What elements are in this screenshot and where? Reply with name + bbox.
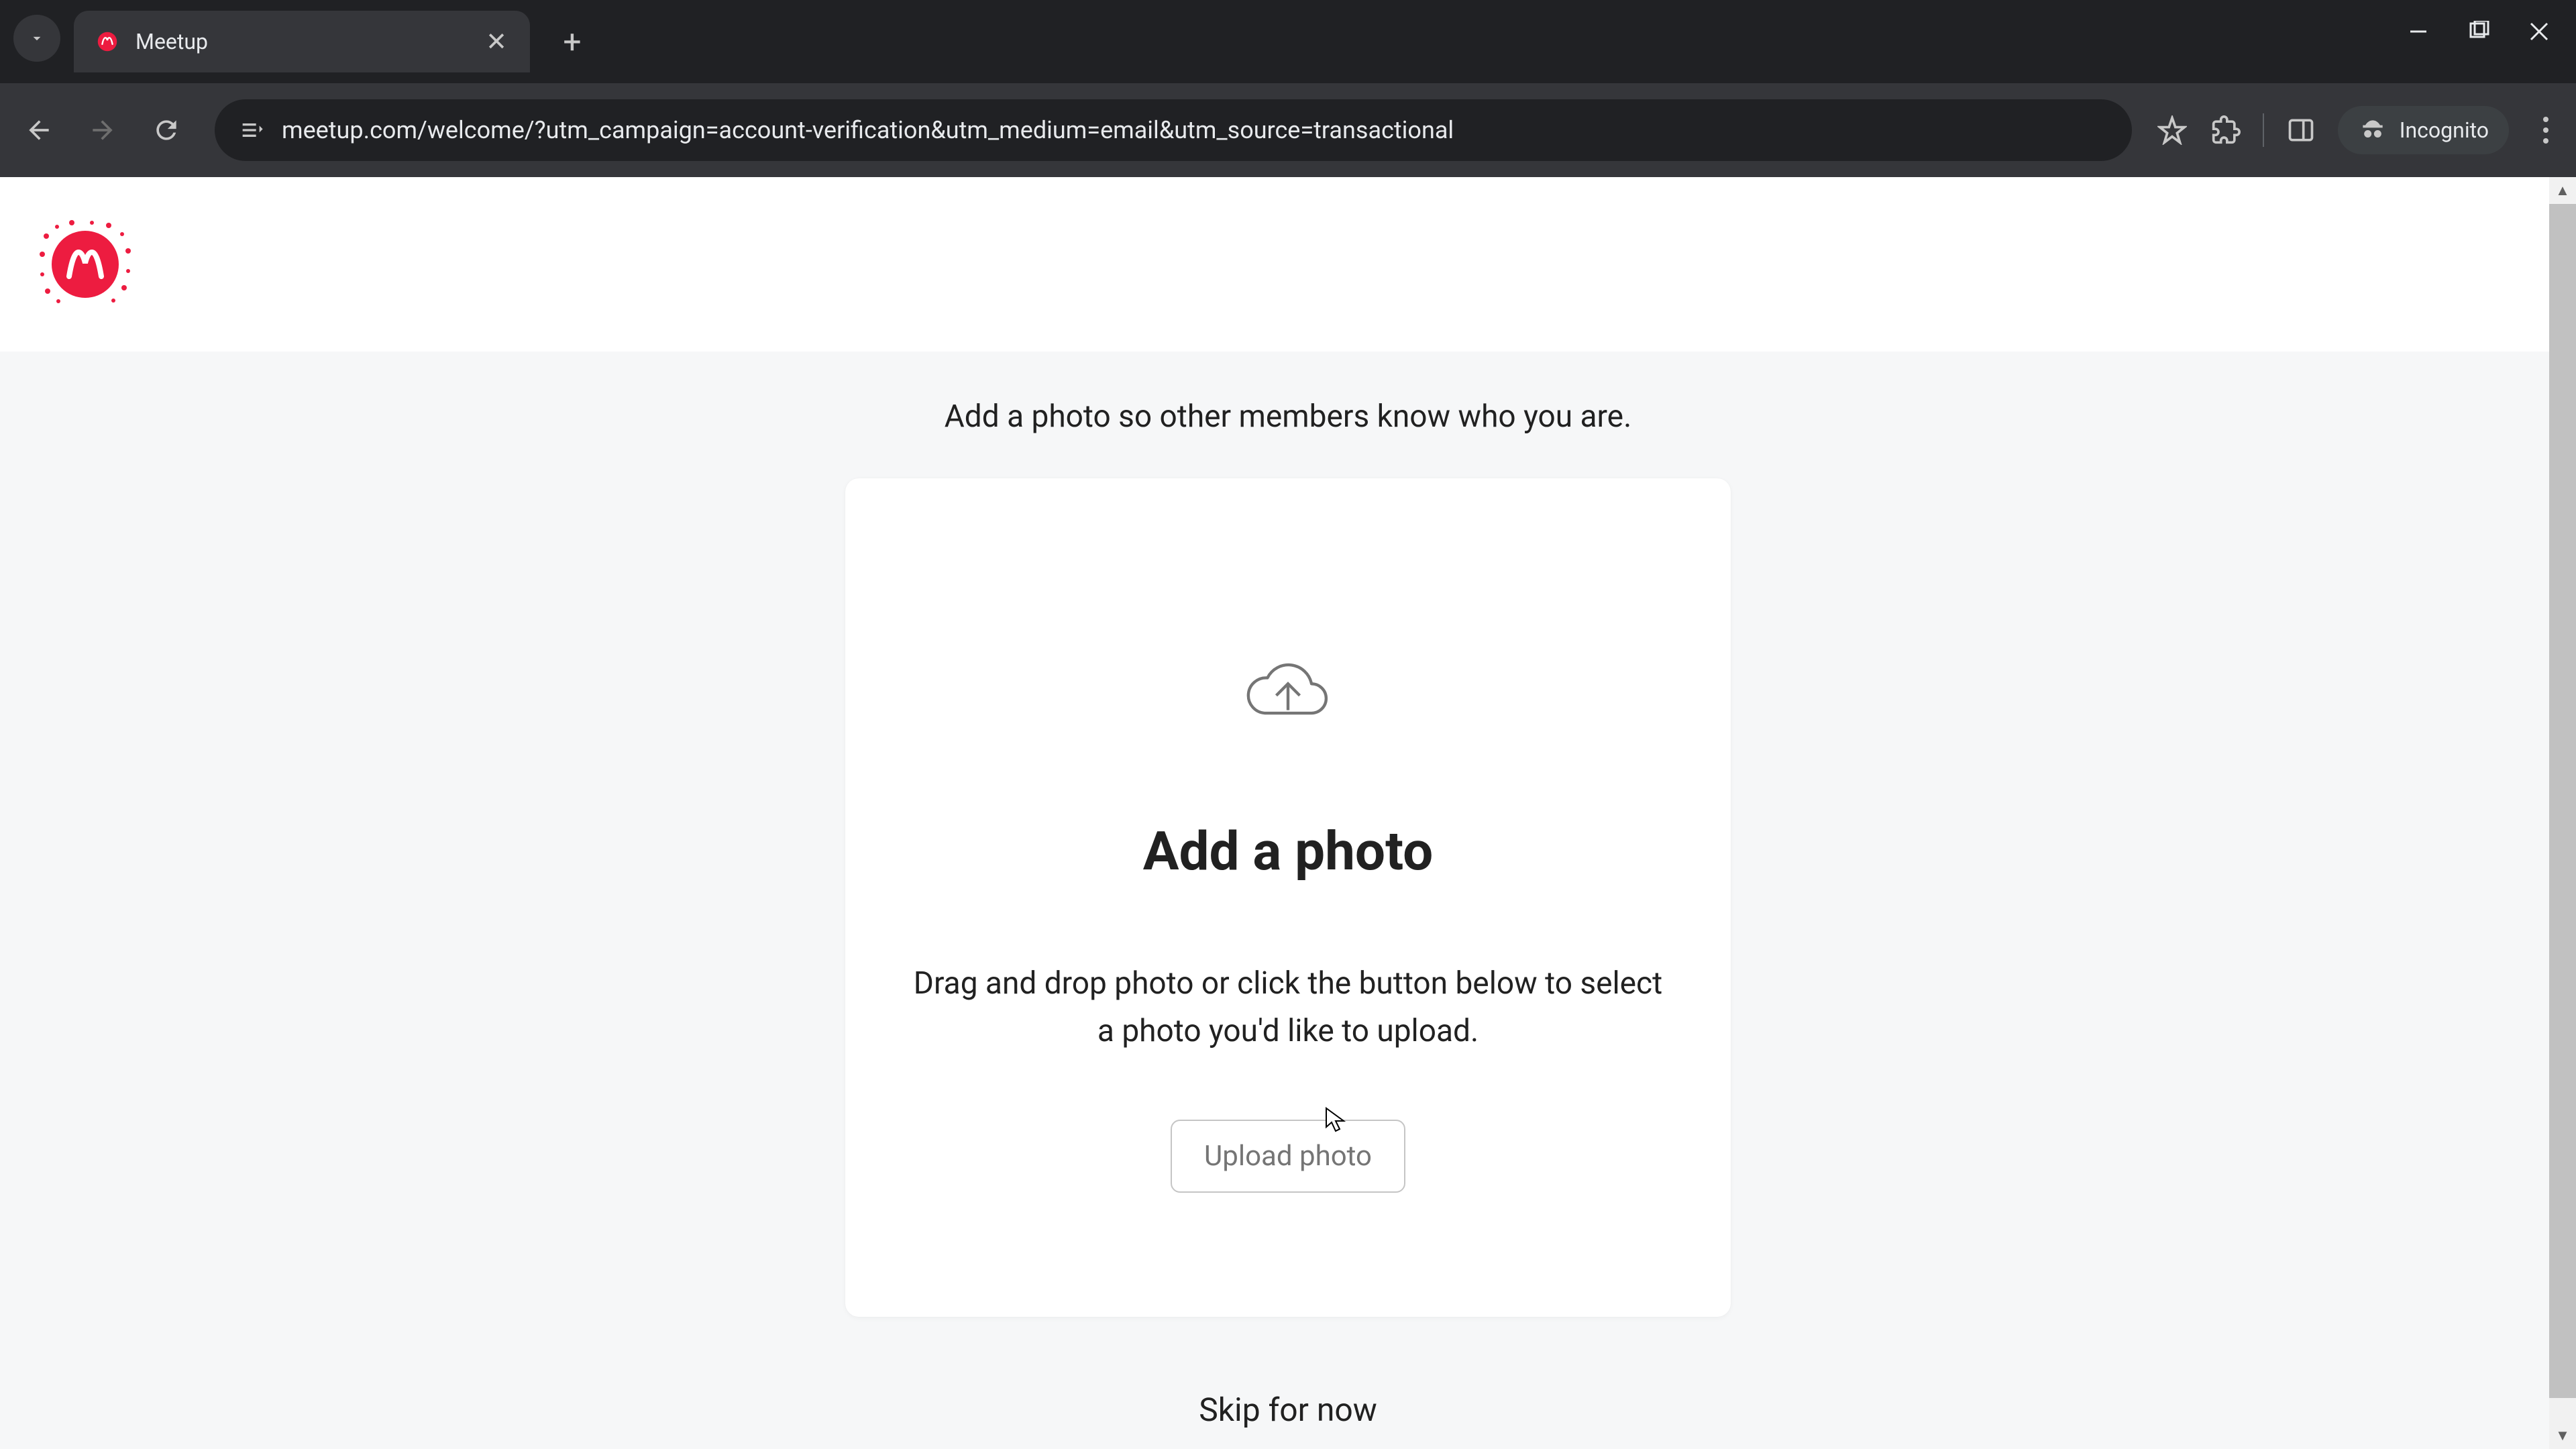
scrollbar-thumb[interactable] [2549,204,2576,1398]
url-text: meetup.com/welcome/?utm_campaign=account… [282,116,2108,144]
incognito-badge[interactable]: Incognito [2338,106,2509,154]
card-description: Drag and drop photo or click the button … [906,960,1670,1056]
meetup-favicon-icon [94,28,121,55]
meetup-logo-icon[interactable] [34,217,138,311]
incognito-label: Incognito [2400,117,2489,143]
reload-button[interactable] [141,105,191,156]
card-title: Add a photo [1143,820,1434,883]
page-subtitle: Add a photo so other members know who yo… [945,398,1631,435]
cloud-upload-icon [1241,643,1335,739]
close-tab-icon[interactable]: ✕ [483,28,510,55]
browser-menu-button[interactable] [2529,113,2563,147]
back-button[interactable] [13,105,64,156]
url-bar[interactable]: meetup.com/welcome/?utm_campaign=account… [215,99,2132,161]
browser-tab[interactable]: Meetup ✕ [74,11,530,72]
upload-photo-button[interactable]: Upload photo [1171,1120,1405,1193]
upload-card[interactable]: Add a photo Drag and drop photo or click… [845,478,1731,1317]
scroll-down-icon[interactable]: ▼ [2549,1422,2576,1449]
extensions-icon[interactable] [2209,113,2243,147]
forward-button[interactable] [77,105,127,156]
toolbar-divider [2263,113,2264,147]
scroll-up-icon[interactable]: ▲ [2549,177,2576,204]
close-window-icon[interactable] [2522,15,2556,48]
page-header [0,177,2576,352]
skip-link[interactable]: Skip for now [1199,1391,1377,1429]
cursor-icon [1325,1107,1346,1134]
browser-tab-bar: Meetup ✕ + [0,0,2576,83]
site-info-icon[interactable] [238,117,265,144]
minimize-window-icon[interactable] [2402,15,2435,48]
page-content: Add a photo so other members know who yo… [0,177,2576,1449]
maximize-window-icon[interactable] [2462,15,2496,48]
search-tabs-button[interactable] [13,15,60,62]
browser-toolbar: meetup.com/welcome/?utm_campaign=account… [0,83,2576,177]
main-area: Add a photo so other members know who yo… [0,352,2576,1449]
bookmark-icon[interactable] [2155,113,2189,147]
new-tab-button[interactable]: + [549,18,596,65]
tab-title: Meetup [136,29,483,54]
side-panel-icon[interactable] [2284,113,2318,147]
scrollbar-track[interactable]: ▲ ▼ [2549,177,2576,1449]
